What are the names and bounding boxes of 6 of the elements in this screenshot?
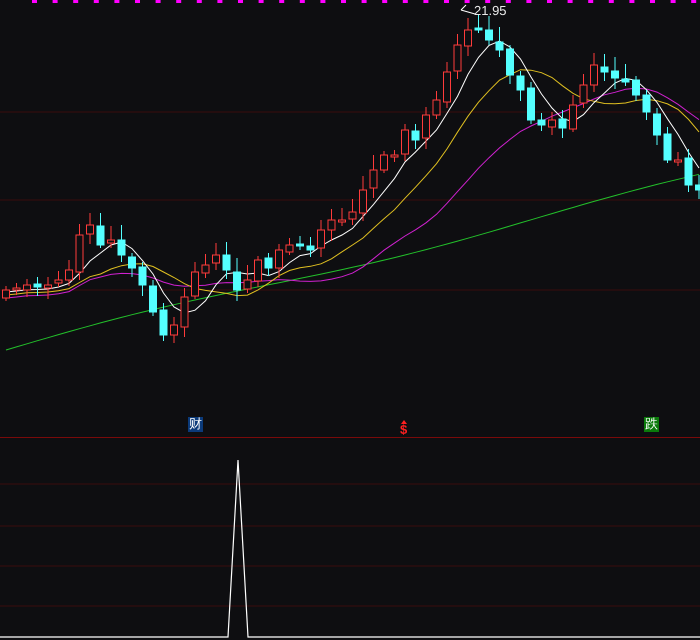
pointer-arrow bbox=[460, 4, 476, 14]
dollar-signal: $ bbox=[400, 424, 408, 436]
up-arrow-icon bbox=[400, 420, 407, 424]
high-price-label: 21.95 bbox=[474, 2, 507, 20]
news-signal-badge: 财 bbox=[188, 417, 203, 432]
fall-signal-badge: 跌 bbox=[644, 417, 659, 432]
